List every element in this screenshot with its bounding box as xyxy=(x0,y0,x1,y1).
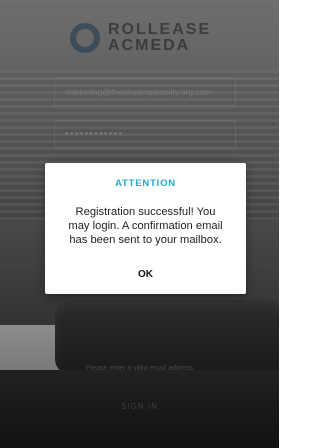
attention-dialog: ATTENTION Registration successful! You m… xyxy=(45,163,246,294)
ok-button[interactable]: OK xyxy=(45,269,246,280)
login-screen: ROLLEASE ACMEDA marketing@theshadespecia… xyxy=(0,0,279,448)
dialog-message: Registration successful! You may login. … xyxy=(68,206,223,246)
dialog-title: ATTENTION xyxy=(115,178,176,189)
